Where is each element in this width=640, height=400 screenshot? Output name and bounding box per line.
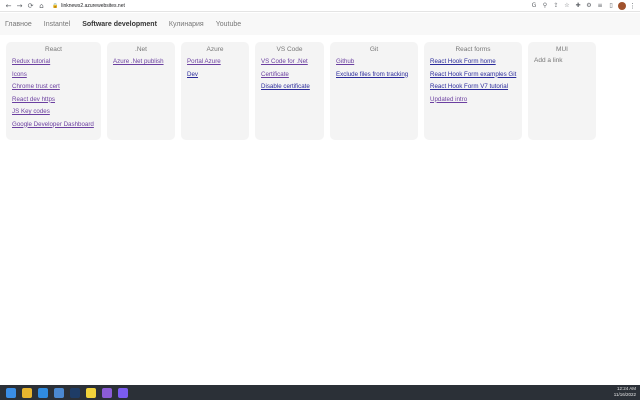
card-title: .Net [135,46,147,53]
nav-tab[interactable]: Кулинария [169,21,204,28]
card-link[interactable]: Disable certificate [261,81,318,94]
star-icon[interactable]: ☆ [563,1,571,11]
card-link[interactable]: Portal Azure [187,56,243,69]
browser-toolbar: ← → ⟳ ⌂ 🔒 linknews2.azurewebsites.net G ⚲ ⇪ ☆ ✚… [0,0,640,12]
nav-tab[interactable]: Instantel [44,21,70,28]
card-link[interactable]: Chrome trust cert [12,81,95,94]
card-link[interactable]: React Hook Form V7 tutorial [430,81,516,94]
link-card: .Net Azure .Net publish [107,42,175,140]
link-card: React forms React Hook Form home React Hoo… [424,42,522,140]
card-link[interactable]: JS Key codes [12,106,95,119]
system-clock[interactable]: 12:24 AM 11/16/2022 [614,386,636,398]
search-icon[interactable]: ⚲ [541,1,549,11]
address-bar[interactable]: 🔒 linknews2.azurewebsites.net [52,3,125,9]
card-link[interactable]: Azure .Net publish [113,56,169,69]
browser-menu-icon[interactable]: ⋮ [629,2,636,10]
sidebar-icon[interactable]: ▯ [607,1,615,11]
nav-tab[interactable]: Youtube [216,21,241,28]
card-link[interactable]: VS Code for .Net [261,56,318,69]
nav-tab[interactable]: Software development [82,21,157,28]
card-link[interactable]: Dev [187,69,243,82]
visual-studio-icon[interactable] [102,387,112,398]
card-link[interactable]: Exclude files from tracking [336,69,412,82]
card-title: React [45,46,62,53]
home-icon[interactable]: ⌂ [37,1,46,11]
card-title: React forms [455,46,491,53]
nav-tab[interactable]: Главное [5,21,32,28]
link-card: React Redux tutorial Icons Chrome trust cer… [6,42,101,140]
windows-taskbar: 12:24 AM 11/16/2022 [0,385,640,400]
puzzle-icon[interactable]: ⚙ [585,1,593,11]
reading-list-icon[interactable]: ≡ [596,1,604,11]
link-card: Git Github Exclude files from tracking [330,42,418,140]
link-card: Azure Portal Azure Dev [181,42,249,140]
card-link[interactable]: Github [336,56,412,69]
top-navigation: Главное Instantel Software development Кули… [0,13,640,35]
link-card: MUI Add a link [528,42,596,140]
card-link[interactable]: React Hook Form examples Git [430,69,516,82]
chrome-icon[interactable] [22,387,32,398]
link-cards-container: React Redux tutorial Icons Chrome trust cer… [6,42,602,140]
card-link[interactable]: Google Developer Dashboard [12,119,95,132]
link-card: VS Code VS Code for .Net Certificate Disabl… [255,42,324,140]
profile-avatar[interactable] [618,2,626,10]
card-title: Git [369,46,379,53]
extension-icon[interactable]: ✚ [574,1,582,11]
forward-icon[interactable]: → [15,1,24,11]
card-link[interactable]: Redux tutorial [12,56,95,69]
card-title: Azure [206,46,224,53]
card-link[interactable]: React Hook Form home [430,56,516,69]
vscode-icon[interactable] [38,387,48,398]
card-link[interactable]: Icons [12,69,95,82]
reload-icon[interactable]: ⟳ [26,1,35,11]
add-link-button[interactable]: Add a link [534,56,590,65]
lock-icon[interactable]: 🔒 [52,3,58,9]
notes-icon[interactable] [86,387,96,398]
card-title: MUI [556,46,568,53]
windows-start-icon[interactable] [6,387,16,398]
card-title: VS Code [276,46,303,53]
terminal-icon[interactable] [70,387,80,398]
card-link[interactable]: Updated intro [430,94,516,107]
back-icon[interactable]: ← [4,1,13,11]
card-link[interactable]: React dev https [12,94,95,107]
clock-date: 11/16/2022 [613,392,636,397]
file-explorer-icon[interactable] [54,387,64,398]
card-link[interactable]: Certificate [261,69,318,82]
google-icon[interactable]: G [530,1,538,11]
messenger-icon[interactable] [118,387,128,398]
share-icon[interactable]: ⇪ [552,1,560,11]
url-text[interactable]: linknews2.azurewebsites.net [61,3,125,9]
